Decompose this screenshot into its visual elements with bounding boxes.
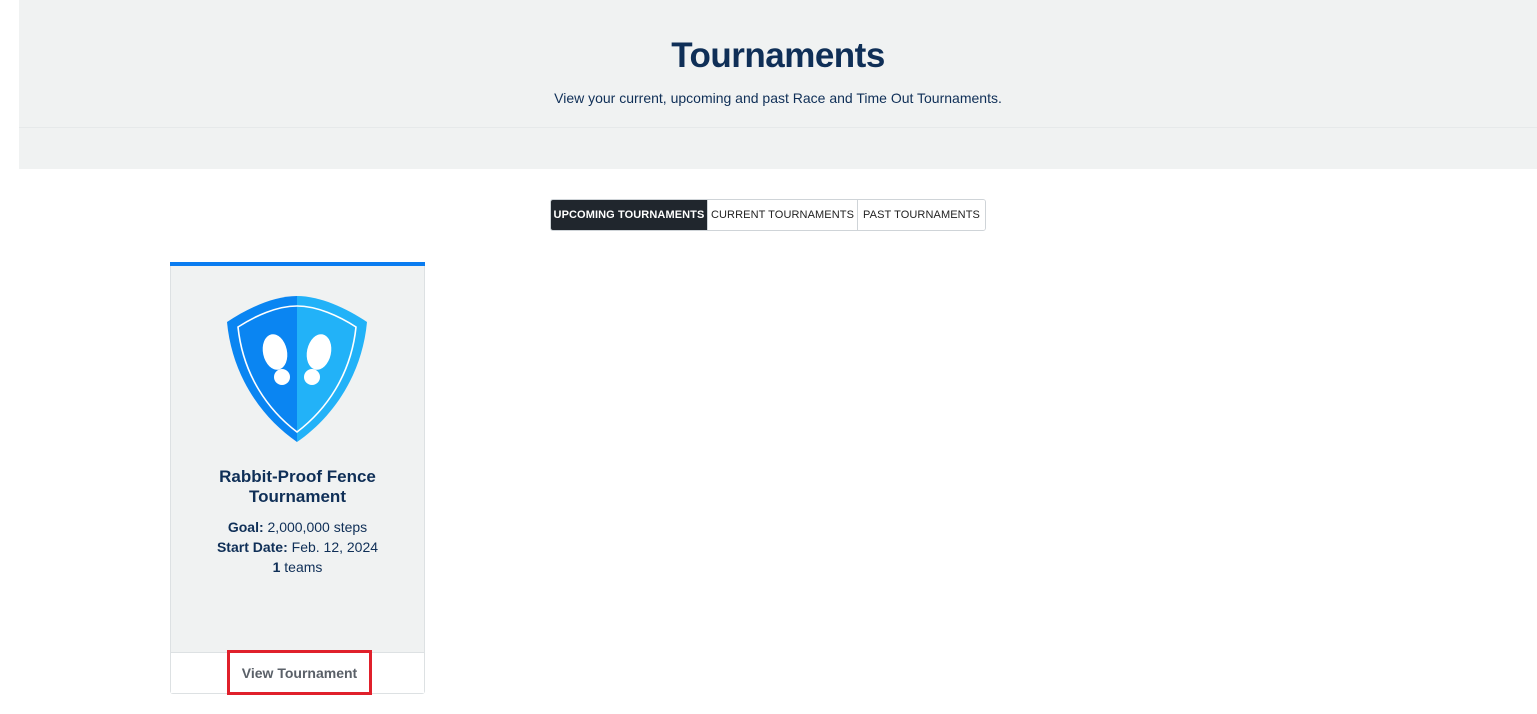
- start-date-row: Start Date: Feb. 12, 2024: [171, 537, 424, 557]
- tournament-card: Rabbit-Proof Fence Tournament Goal: 2,00…: [170, 262, 425, 695]
- header-divider: [19, 127, 1537, 128]
- card-accent-bar: [170, 262, 425, 266]
- tournament-tabs: UPCOMING TOURNAMENTS CURRENT TOURNAMENTS…: [550, 199, 986, 231]
- goal-label: Goal:: [227, 519, 264, 535]
- teams-label: teams: [284, 559, 323, 575]
- teams-count: 1: [272, 559, 281, 575]
- page-title: Tournaments: [671, 36, 885, 75]
- card-footer: View Tournament: [171, 650, 424, 695]
- teams-row: 1 teams: [171, 557, 424, 577]
- tournament-details: Goal: 2,000,000 steps Start Date: Feb. 1…: [171, 517, 424, 577]
- page-subtitle: View your current, upcoming and past Rac…: [554, 90, 1002, 106]
- goal-value: 2,000,000 steps: [267, 519, 368, 535]
- tab-past-tournaments[interactable]: PAST TOURNAMENTS: [858, 200, 985, 230]
- footprints-shield-icon: [227, 296, 367, 442]
- tab-upcoming-tournaments[interactable]: UPCOMING TOURNAMENTS: [551, 200, 708, 230]
- start-date-value: Feb. 12, 2024: [291, 539, 379, 555]
- view-tournament-button[interactable]: View Tournament: [227, 650, 372, 695]
- tab-current-tournaments[interactable]: CURRENT TOURNAMENTS: [708, 200, 858, 230]
- page-header: Tournaments View your current, upcoming …: [19, 0, 1537, 169]
- start-date-label: Start Date:: [216, 539, 288, 555]
- goal-row: Goal: 2,000,000 steps: [171, 517, 424, 537]
- tournament-title: Rabbit-Proof Fence Tournament: [219, 467, 376, 506]
